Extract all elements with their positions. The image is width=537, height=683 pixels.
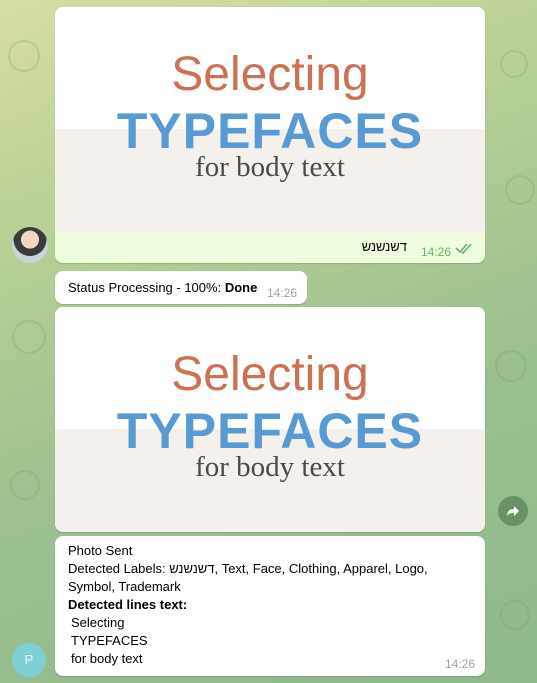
cover-line-3: for body text [195, 451, 345, 483]
bg-doodle [500, 600, 530, 630]
bg-doodle [505, 175, 535, 205]
status-message[interactable]: Status Processing - 100%: Done 14:26 [55, 271, 307, 304]
bot-avatar[interactable]: P [12, 643, 46, 677]
message-time: 14:26 [420, 245, 451, 259]
detected-line: for body text [71, 651, 143, 666]
double-check-icon [455, 241, 475, 260]
cover-line-1: Selecting [171, 48, 369, 101]
user-avatar[interactable] [12, 227, 48, 263]
status-value: Done [224, 280, 258, 295]
incoming-photo-message[interactable]: Selecting TYPEFACES for body text [55, 307, 485, 532]
bg-doodle [12, 320, 46, 354]
cover-line-1: Selecting [171, 348, 369, 401]
message-time: 14:26 [266, 286, 297, 300]
detection-result-message[interactable]: Photo Sent Detected Labels: דשנשנש, Text… [55, 536, 485, 676]
cover-line-3: for body text [195, 151, 345, 183]
bg-doodle [495, 350, 527, 382]
photo-image[interactable]: Selecting TYPEFACES for body text [55, 7, 485, 233]
outgoing-photo-message[interactable]: Selecting TYPEFACES for body text דשנשנש… [55, 7, 485, 263]
message-time: 14:26 [444, 657, 475, 671]
detected-line: TYPEFACES [71, 633, 148, 648]
photo-image[interactable]: Selecting TYPEFACES for body text [55, 307, 485, 532]
bg-doodle [8, 40, 40, 72]
avatar-letter: P [24, 652, 34, 667]
photo-caption: דשנשנש [361, 239, 407, 254]
lines-heading: Detected lines text: [68, 597, 188, 612]
bg-doodle [500, 50, 528, 78]
detected-line: Selecting [71, 615, 125, 630]
status-text: Status Processing - 100%: [68, 280, 225, 295]
labels-prefix: Detected Labels: [68, 561, 170, 576]
bg-doodle [10, 470, 40, 500]
photo-sent-text: Photo Sent [68, 543, 133, 558]
share-icon[interactable] [498, 496, 528, 526]
